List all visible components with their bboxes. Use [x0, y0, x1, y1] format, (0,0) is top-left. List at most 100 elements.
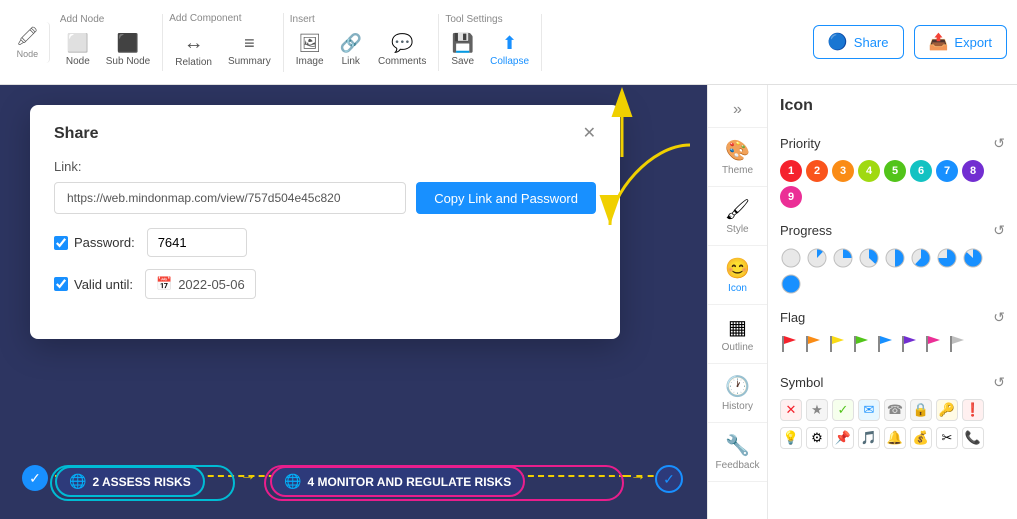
symbol-icon-r2-6[interactable]: ✂	[936, 427, 958, 449]
password-checkbox-wrapper: Password:	[54, 235, 135, 250]
flag-icon-6[interactable]	[924, 334, 944, 360]
history-icon: 🕐	[725, 374, 750, 399]
symbol-icon-r2-3[interactable]: 🎵	[858, 427, 880, 449]
flag-icon-2[interactable]	[828, 334, 848, 360]
export-button[interactable]: 📤 Export	[914, 25, 1008, 59]
flag-reset-button[interactable]: ↺	[993, 309, 1005, 326]
add-node-group-label: Add Node	[60, 14, 104, 25]
save-icon: 💾	[452, 33, 474, 54]
check-circle-node[interactable]: ✓	[655, 465, 683, 493]
outline-label: Outline	[722, 342, 754, 353]
priority-reset-button[interactable]: ↺	[993, 135, 1005, 152]
symbol-icon-7[interactable]: ❗	[962, 399, 984, 421]
progress-circle-4[interactable]	[884, 247, 906, 269]
progress-circle-7[interactable]	[962, 247, 984, 269]
share-icon: 🔵	[828, 32, 848, 52]
priority-circle-3[interactable]: 3	[832, 160, 854, 182]
style-label: Style	[726, 224, 748, 235]
symbol-reset-button[interactable]: ↺	[993, 374, 1005, 391]
summary-button[interactable]: ≡ Summary	[222, 29, 277, 71]
symbol-icon-r2-5[interactable]: 💰	[910, 427, 932, 449]
flag-icon-4[interactable]	[876, 334, 896, 360]
priority-circle-5[interactable]: 5	[884, 160, 906, 182]
relation-button[interactable]: ↔ Relation	[169, 28, 218, 72]
progress-circle-8[interactable]	[780, 273, 802, 295]
progress-section-header: Progress ↺	[780, 222, 1005, 239]
symbol-icon-0[interactable]: ✕	[780, 399, 802, 421]
sidebar-toggle-button[interactable]: »	[708, 93, 767, 128]
summary-label: Summary	[228, 56, 271, 67]
progress-circle-3[interactable]	[858, 247, 880, 269]
sidebar-item-theme[interactable]: 🎨 Theme	[708, 128, 767, 187]
symbol-icon-r2-0[interactable]: 💡	[780, 427, 802, 449]
format-painter-button[interactable]: 🖍 Node	[10, 22, 50, 63]
password-input[interactable]	[147, 228, 247, 257]
link-icon: 🔗	[340, 33, 362, 54]
theme-label: Theme	[722, 165, 753, 176]
symbol-icon-r2-4[interactable]: 🔔	[884, 427, 906, 449]
flag-icon-1[interactable]	[804, 334, 824, 360]
progress-circle-2[interactable]	[832, 247, 854, 269]
sidebar-item-style[interactable]: 🖌 Style	[708, 187, 767, 246]
symbol-icon-r2-7[interactable]: 📞	[962, 427, 984, 449]
priority-circle-1[interactable]: 1	[780, 160, 802, 182]
flag-icon-5[interactable]	[900, 334, 920, 360]
save-button[interactable]: 💾 Save	[445, 29, 480, 71]
sidebar-item-feedback[interactable]: 🔧 Feedback	[708, 423, 767, 482]
symbol-icon-2[interactable]: ✓	[832, 399, 854, 421]
sidebar-item-icon[interactable]: 😊 Icon	[708, 246, 767, 305]
feedback-label: Feedback	[716, 460, 760, 471]
assess-risks-node[interactable]: 🌐 2 ASSESS RISKS	[55, 466, 205, 497]
collapse-button[interactable]: ⬆ Collapse	[484, 29, 535, 71]
flag-icon-0[interactable]	[780, 334, 800, 360]
priority-circle-9[interactable]: 9	[780, 186, 802, 208]
priority-circle-2[interactable]: 2	[806, 160, 828, 182]
flag-icon-7[interactable]	[948, 334, 968, 360]
priority-circle-4[interactable]: 4	[858, 160, 880, 182]
progress-circle-5[interactable]	[910, 247, 932, 269]
symbol-icon-1[interactable]: ★	[806, 399, 828, 421]
progress-circle-6[interactable]	[936, 247, 958, 269]
progress-circle-1[interactable]	[806, 247, 828, 269]
password-checkbox[interactable]	[54, 236, 68, 250]
priority-circle-7[interactable]: 7	[936, 160, 958, 182]
copy-link-button[interactable]: Copy Link and Password	[416, 182, 596, 214]
link-label: Link	[342, 56, 360, 67]
node-button[interactable]: ⬜ Node	[60, 29, 96, 71]
subnode-button[interactable]: ⬛ Sub Node	[100, 29, 156, 71]
arrow-to-export	[592, 87, 652, 162]
sidebar-item-outline[interactable]: ▦ Outline	[708, 305, 767, 364]
symbol-section-header: Symbol ↺	[780, 374, 1005, 391]
outline-icon: ▦	[728, 315, 747, 340]
progress-circle-0[interactable]	[780, 247, 802, 269]
priority-circle-8[interactable]: 8	[962, 160, 984, 182]
progress-reset-button[interactable]: ↺	[993, 222, 1005, 239]
symbol-icon-r2-2[interactable]: 📌	[832, 427, 854, 449]
canvas-area[interactable]: Share ✕ Link: Copy Link and Password Pas…	[0, 85, 707, 519]
date-input-wrapper[interactable]: 📅 2022-05-06	[145, 269, 256, 299]
sidebar-item-history[interactable]: 🕐 History	[708, 364, 767, 423]
symbol-icon-3[interactable]: ✉	[858, 399, 880, 421]
collapse-label: Collapse	[490, 56, 529, 67]
link-button[interactable]: 🔗 Link	[334, 29, 368, 71]
dialog-title: Share	[54, 125, 98, 143]
share-button[interactable]: 🔵 Share	[813, 25, 904, 59]
valid-until-checkbox[interactable]	[54, 277, 68, 291]
priority-circle-6[interactable]: 6	[910, 160, 932, 182]
main-area: Share ✕ Link: Copy Link and Password Pas…	[0, 85, 1017, 519]
monitor-risks-node[interactable]: 🌐 4 MONITOR AND REGULATE RISKS	[270, 466, 525, 497]
symbol-icon-r2-1[interactable]: ⚙	[806, 427, 828, 449]
comments-button[interactable]: 💬 Comments	[372, 29, 432, 71]
valid-until-label: Valid until:	[74, 277, 133, 292]
comments-label: Comments	[378, 56, 426, 67]
dialog-header: Share ✕	[54, 125, 596, 143]
symbol-icon-4[interactable]: ☎	[884, 399, 906, 421]
save-label: Save	[451, 56, 474, 67]
icon-smiley-icon: 😊	[725, 256, 750, 281]
assess-label: 2 ASSESS RISKS	[92, 475, 190, 489]
flag-icon-3[interactable]	[852, 334, 872, 360]
link-input[interactable]	[54, 182, 406, 214]
symbol-icon-5[interactable]: 🔒	[910, 399, 932, 421]
symbol-icon-6[interactable]: 🔑	[936, 399, 958, 421]
image-button[interactable]: 🖼 Image	[290, 29, 330, 71]
